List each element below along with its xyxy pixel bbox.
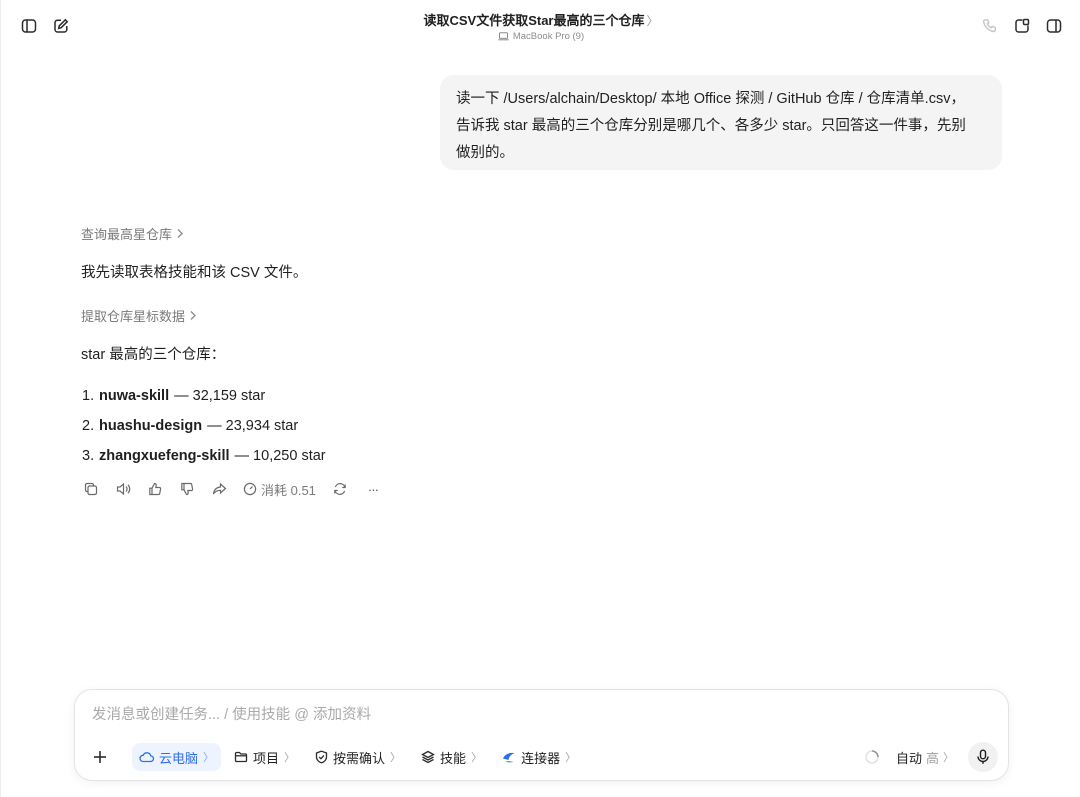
chip-label: 项目 [253,750,280,766]
user-message-bubble: 读一下 /Users/alchain/Desktop/ 本地 Office 探测… [440,75,1002,170]
voice-input-button[interactable] [968,742,998,772]
mode-level: 高 [925,750,939,766]
composer-toolbar: 云电脑 〉 项目 〉 按需确认 〉 技能 〉 连接器 〉 [88,742,589,772]
device-indicator: MacBook Pro (9) [1,31,1080,42]
star-count: — 32,159 star [174,388,266,404]
gauge-icon [243,482,257,496]
repo-name: zhangxuefeng-skill [99,448,230,464]
user-message-line: 做别的。 [456,145,514,161]
device-name: MacBook Pro (9) [512,31,585,42]
add-attachment-button[interactable] [88,745,112,769]
plus-icon [94,751,106,763]
chevron-right-icon: 〉 [565,752,577,764]
layers-icon [421,750,435,764]
list-number: 1. [82,388,95,404]
step-query-top-repos[interactable]: 查询最高星仓库 [81,224,184,243]
star-count: — 10,250 star [234,448,326,464]
thumbs-up-icon[interactable] [147,481,163,497]
step-label: 提取仓库星标数据 [81,309,186,324]
assistant-text: 我先读取表格技能和该 CSV 文件。 [81,265,308,281]
result-list: 1. nuwa-skill — 32,159 star 2. huashu-de… [82,381,326,471]
chevron-right-icon: 〉 [390,752,402,764]
more-options-icon[interactable]: ··· [364,481,382,497]
chip-label: 云电脑 [159,750,199,766]
list-item: 2. huashu-design — 23,934 star [82,411,326,441]
cloud-icon [139,752,154,763]
connector-logo-icon [503,752,515,763]
chevron-right-icon: 〉 [646,14,659,28]
chip-label: 连接器 [521,750,561,766]
message-input[interactable] [92,704,972,726]
phone-icon[interactable] [979,15,1001,37]
chip-label: 按需确认 [333,750,386,766]
step-extract-star-data[interactable]: 提取仓库星标数据 [81,306,197,325]
folder-icon [234,751,248,763]
list-number: 3. [82,448,95,464]
list-number: 2. [82,418,95,434]
cost-indicator[interactable]: 消耗 0.51 [243,480,316,499]
user-message-line: 告诉我 star 最高的三个仓库分别是哪几个、各多少 star。只回答这一件事，… [456,118,966,134]
page-title-text: 读取CSV文件获取Star最高的三个仓库 [423,13,645,28]
star-count: — 23,934 star [207,418,299,434]
connectors-chip[interactable]: 连接器 〉 [495,743,583,771]
list-item: 1. nuwa-skill — 32,159 star [82,381,326,411]
loading-spinner-icon [865,750,879,764]
repo-name: huashu-design [99,418,203,434]
speaker-icon[interactable] [115,481,131,497]
chevron-right-icon: 〉 [943,752,954,764]
screen-share-icon[interactable] [1011,15,1033,37]
project-chip[interactable]: 项目 〉 [227,743,302,771]
chevron-right-icon: 〉 [284,752,296,764]
mode-selector[interactable]: 自动 高 〉 [896,748,954,767]
mode-label: 自动 [895,750,922,766]
laptop-icon [498,32,509,41]
chevron-right-icon [177,229,183,238]
regenerate-icon[interactable] [332,481,348,497]
microphone-icon [977,749,989,764]
shield-check-icon [315,750,328,764]
chevron-right-icon [190,311,196,320]
copy-icon[interactable] [83,481,99,497]
message-actions: 消耗 0.51 ··· [83,480,398,498]
confirm-mode-chip[interactable]: 按需确认 〉 [308,743,408,771]
composer-right-tools: 自动 高 〉 [864,742,998,772]
list-item: 3. zhangxuefeng-skill — 10,250 star [82,441,326,471]
message-composer: 云电脑 〉 项目 〉 按需确认 〉 技能 [74,689,1009,781]
cloud-computer-chip[interactable]: 云电脑 〉 [132,743,222,771]
chevron-right-icon: 〉 [471,752,483,764]
chip-label: 技能 [440,750,467,766]
thumbs-down-icon[interactable] [179,481,195,497]
skills-chip[interactable]: 技能 〉 [414,743,489,771]
repo-name: nuwa-skill [99,388,170,404]
right-panel-icon[interactable] [1043,15,1065,37]
assistant-text: star 最高的三个仓库： [81,347,226,363]
user-message-line: 读一下 /Users/alchain/Desktop/ 本地 Office 探测… [456,91,965,107]
page-title[interactable]: 读取CSV文件获取Star最高的三个仓库〉 [1,10,1080,29]
cost-label: 消耗 0.51 [261,482,316,498]
share-icon[interactable] [211,481,227,497]
step-label: 查询最高星仓库 [81,227,173,242]
chevron-right-icon: 〉 [203,752,215,764]
